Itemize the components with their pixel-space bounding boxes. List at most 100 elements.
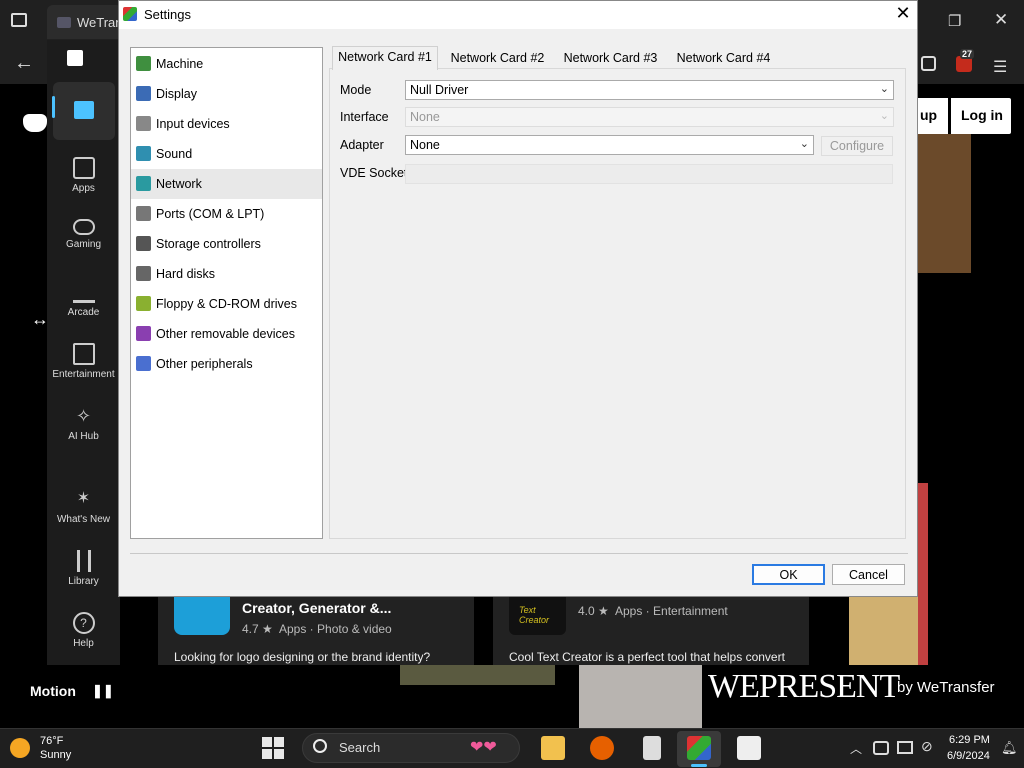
help-icon: ? xyxy=(72,612,95,634)
apps-icon xyxy=(72,157,95,179)
category-network[interactable]: Network xyxy=(131,169,322,199)
category-label: Other peripherals xyxy=(156,357,253,371)
tab-network-card-4[interactable]: Network Card #4 xyxy=(670,48,777,69)
bell-icon[interactable]: 🔔︎ xyxy=(1001,740,1018,756)
interface-select[interactable]: None ⌄ xyxy=(405,107,894,127)
sidebar-item-apps[interactable]: Apps xyxy=(47,157,120,194)
ok-button[interactable]: OK xyxy=(752,564,825,585)
windows-logo-icon xyxy=(262,737,272,747)
app-card-desc: Cool Text Creator is a perfect tool that… xyxy=(509,650,785,664)
notification-count: 27 xyxy=(960,49,975,59)
tab-label: Network Card #2 xyxy=(450,51,545,65)
side-image xyxy=(918,483,928,665)
tab-network-card-2[interactable]: Network Card #2 xyxy=(444,48,551,69)
tab-actions-icon[interactable] xyxy=(11,13,27,27)
app-card-meta: Apps · Photo & video xyxy=(279,622,392,636)
close-icon[interactable]: ✕ xyxy=(891,3,915,24)
sidebar-item-gaming[interactable]: Gaming xyxy=(47,219,120,250)
sidebar-item-arcade[interactable]: Arcade xyxy=(47,281,120,318)
clock-time[interactable]: 6:29 PM xyxy=(949,734,990,746)
adapter-value: None xyxy=(410,138,440,152)
chevron-down-icon: ⌄ xyxy=(879,110,889,122)
machine-icon xyxy=(136,56,151,71)
app-card-meta: Apps · Entertainment xyxy=(615,604,728,618)
tab-label: Network Card #1 xyxy=(338,50,432,64)
restore-icon[interactable]: ❐ xyxy=(948,12,961,30)
home-accent xyxy=(52,96,55,118)
floppy-icon xyxy=(136,296,151,311)
cancel-button[interactable]: Cancel xyxy=(832,564,905,585)
sound-icon xyxy=(136,146,151,161)
sidebar-item-entertainment[interactable]: Entertainment xyxy=(47,343,120,380)
windows-logo-icon xyxy=(274,737,284,747)
category-machine[interactable]: Machine xyxy=(131,49,322,79)
login-button[interactable]: Log in xyxy=(951,98,1011,134)
weather-temp[interactable]: 76°F xyxy=(40,735,63,747)
bottom-image-right xyxy=(579,665,702,728)
category-hard-disks[interactable]: Hard disks xyxy=(131,259,322,289)
chevron-up-icon[interactable]: ︿ xyxy=(850,740,862,757)
sidebar-item-label: Entertainment xyxy=(52,369,115,380)
chevron-down-icon: ⌄ xyxy=(799,138,809,150)
vde-socket-field[interactable] xyxy=(405,164,893,184)
app-icon[interactable] xyxy=(643,736,661,760)
clock-date: 6/9/2024 xyxy=(947,750,990,762)
category-ports[interactable]: Ports (COM & LPT) xyxy=(131,199,322,229)
tab-network-card-1[interactable]: Network Card #1 xyxy=(332,46,438,70)
back-icon[interactable]: ← xyxy=(14,52,34,75)
display-status-icon[interactable] xyxy=(897,741,913,754)
adapter-select[interactable]: None ⌄ xyxy=(405,135,814,155)
hero-image xyxy=(918,134,971,273)
category-label: Floppy & CD-ROM drives xyxy=(156,297,297,311)
category-display[interactable]: Display xyxy=(131,79,322,109)
category-other-peripherals[interactable]: Other peripherals xyxy=(131,349,322,379)
windows-logo-icon xyxy=(274,749,284,759)
sidebar-item-ai-hub[interactable]: ✧ AI Hub xyxy=(47,405,120,442)
category-storage-controllers[interactable]: Storage controllers xyxy=(131,229,322,259)
dialog-separator xyxy=(130,553,908,554)
network-status-icon[interactable] xyxy=(873,741,889,755)
interface-value: None xyxy=(410,110,440,124)
configure-button[interactable]: Configure xyxy=(821,136,893,156)
category-label: Other removable devices xyxy=(156,327,295,341)
volume-muted-icon[interactable]: ⊘ xyxy=(921,738,933,755)
category-sound[interactable]: Sound xyxy=(131,139,322,169)
category-input-devices[interactable]: Input devices xyxy=(131,109,322,139)
sidebar-item-help[interactable]: ? Help xyxy=(47,612,120,649)
interface-label: Interface xyxy=(340,110,389,124)
storage-icon xyxy=(136,236,151,251)
app-card-desc: Looking for logo designing or the brand … xyxy=(174,650,431,664)
sidebar-item-label: Help xyxy=(73,638,94,649)
dialog-titlebar[interactable] xyxy=(119,1,917,29)
store-icon[interactable] xyxy=(737,736,761,760)
start-button[interactable] xyxy=(262,737,284,759)
tab-network-card-3[interactable]: Network Card #3 xyxy=(557,48,664,69)
motion-label: Motion xyxy=(30,683,76,699)
file-explorer-icon[interactable] xyxy=(541,736,565,760)
hearts-icon: ❤❤ xyxy=(470,739,497,756)
app-card-title: Creator, Generator &... xyxy=(242,600,392,616)
sparkle-icon: ✧ xyxy=(75,406,92,426)
megaphone-icon: ✶ xyxy=(76,490,91,507)
site-logo-icon xyxy=(23,114,47,132)
pause-icon[interactable]: ❚❚ xyxy=(92,683,114,699)
extensions-icon[interactable] xyxy=(921,56,936,71)
category-list: Machine Display Input devices Sound Netw… xyxy=(130,47,323,539)
sidebar-item-library[interactable]: Library xyxy=(47,550,120,587)
mode-select[interactable]: Null Driver ⌄ xyxy=(405,80,894,100)
sidebar-item-label: AI Hub xyxy=(68,431,99,442)
category-label: Machine xyxy=(156,57,204,71)
sidebar-item-label: Library xyxy=(68,576,99,587)
home-icon xyxy=(74,101,94,119)
dialog-title: Settings xyxy=(144,7,191,22)
close-window-icon[interactable]: ✕ xyxy=(994,10,1008,30)
chevron-down-icon: ⌄ xyxy=(879,83,889,95)
adapter-label: Adapter xyxy=(340,138,384,152)
category-label: Hard disks xyxy=(156,267,216,281)
peripherals-icon xyxy=(136,356,151,371)
sidebar-item-whats-new[interactable]: ✶ What's New xyxy=(47,488,120,525)
firefox-icon[interactable] xyxy=(590,736,614,760)
menu-icon[interactable]: ☰ xyxy=(993,57,1007,77)
category-removable-devices[interactable]: Other removable devices xyxy=(131,319,322,349)
category-floppy-cdrom[interactable]: Floppy & CD-ROM drives xyxy=(131,289,322,319)
